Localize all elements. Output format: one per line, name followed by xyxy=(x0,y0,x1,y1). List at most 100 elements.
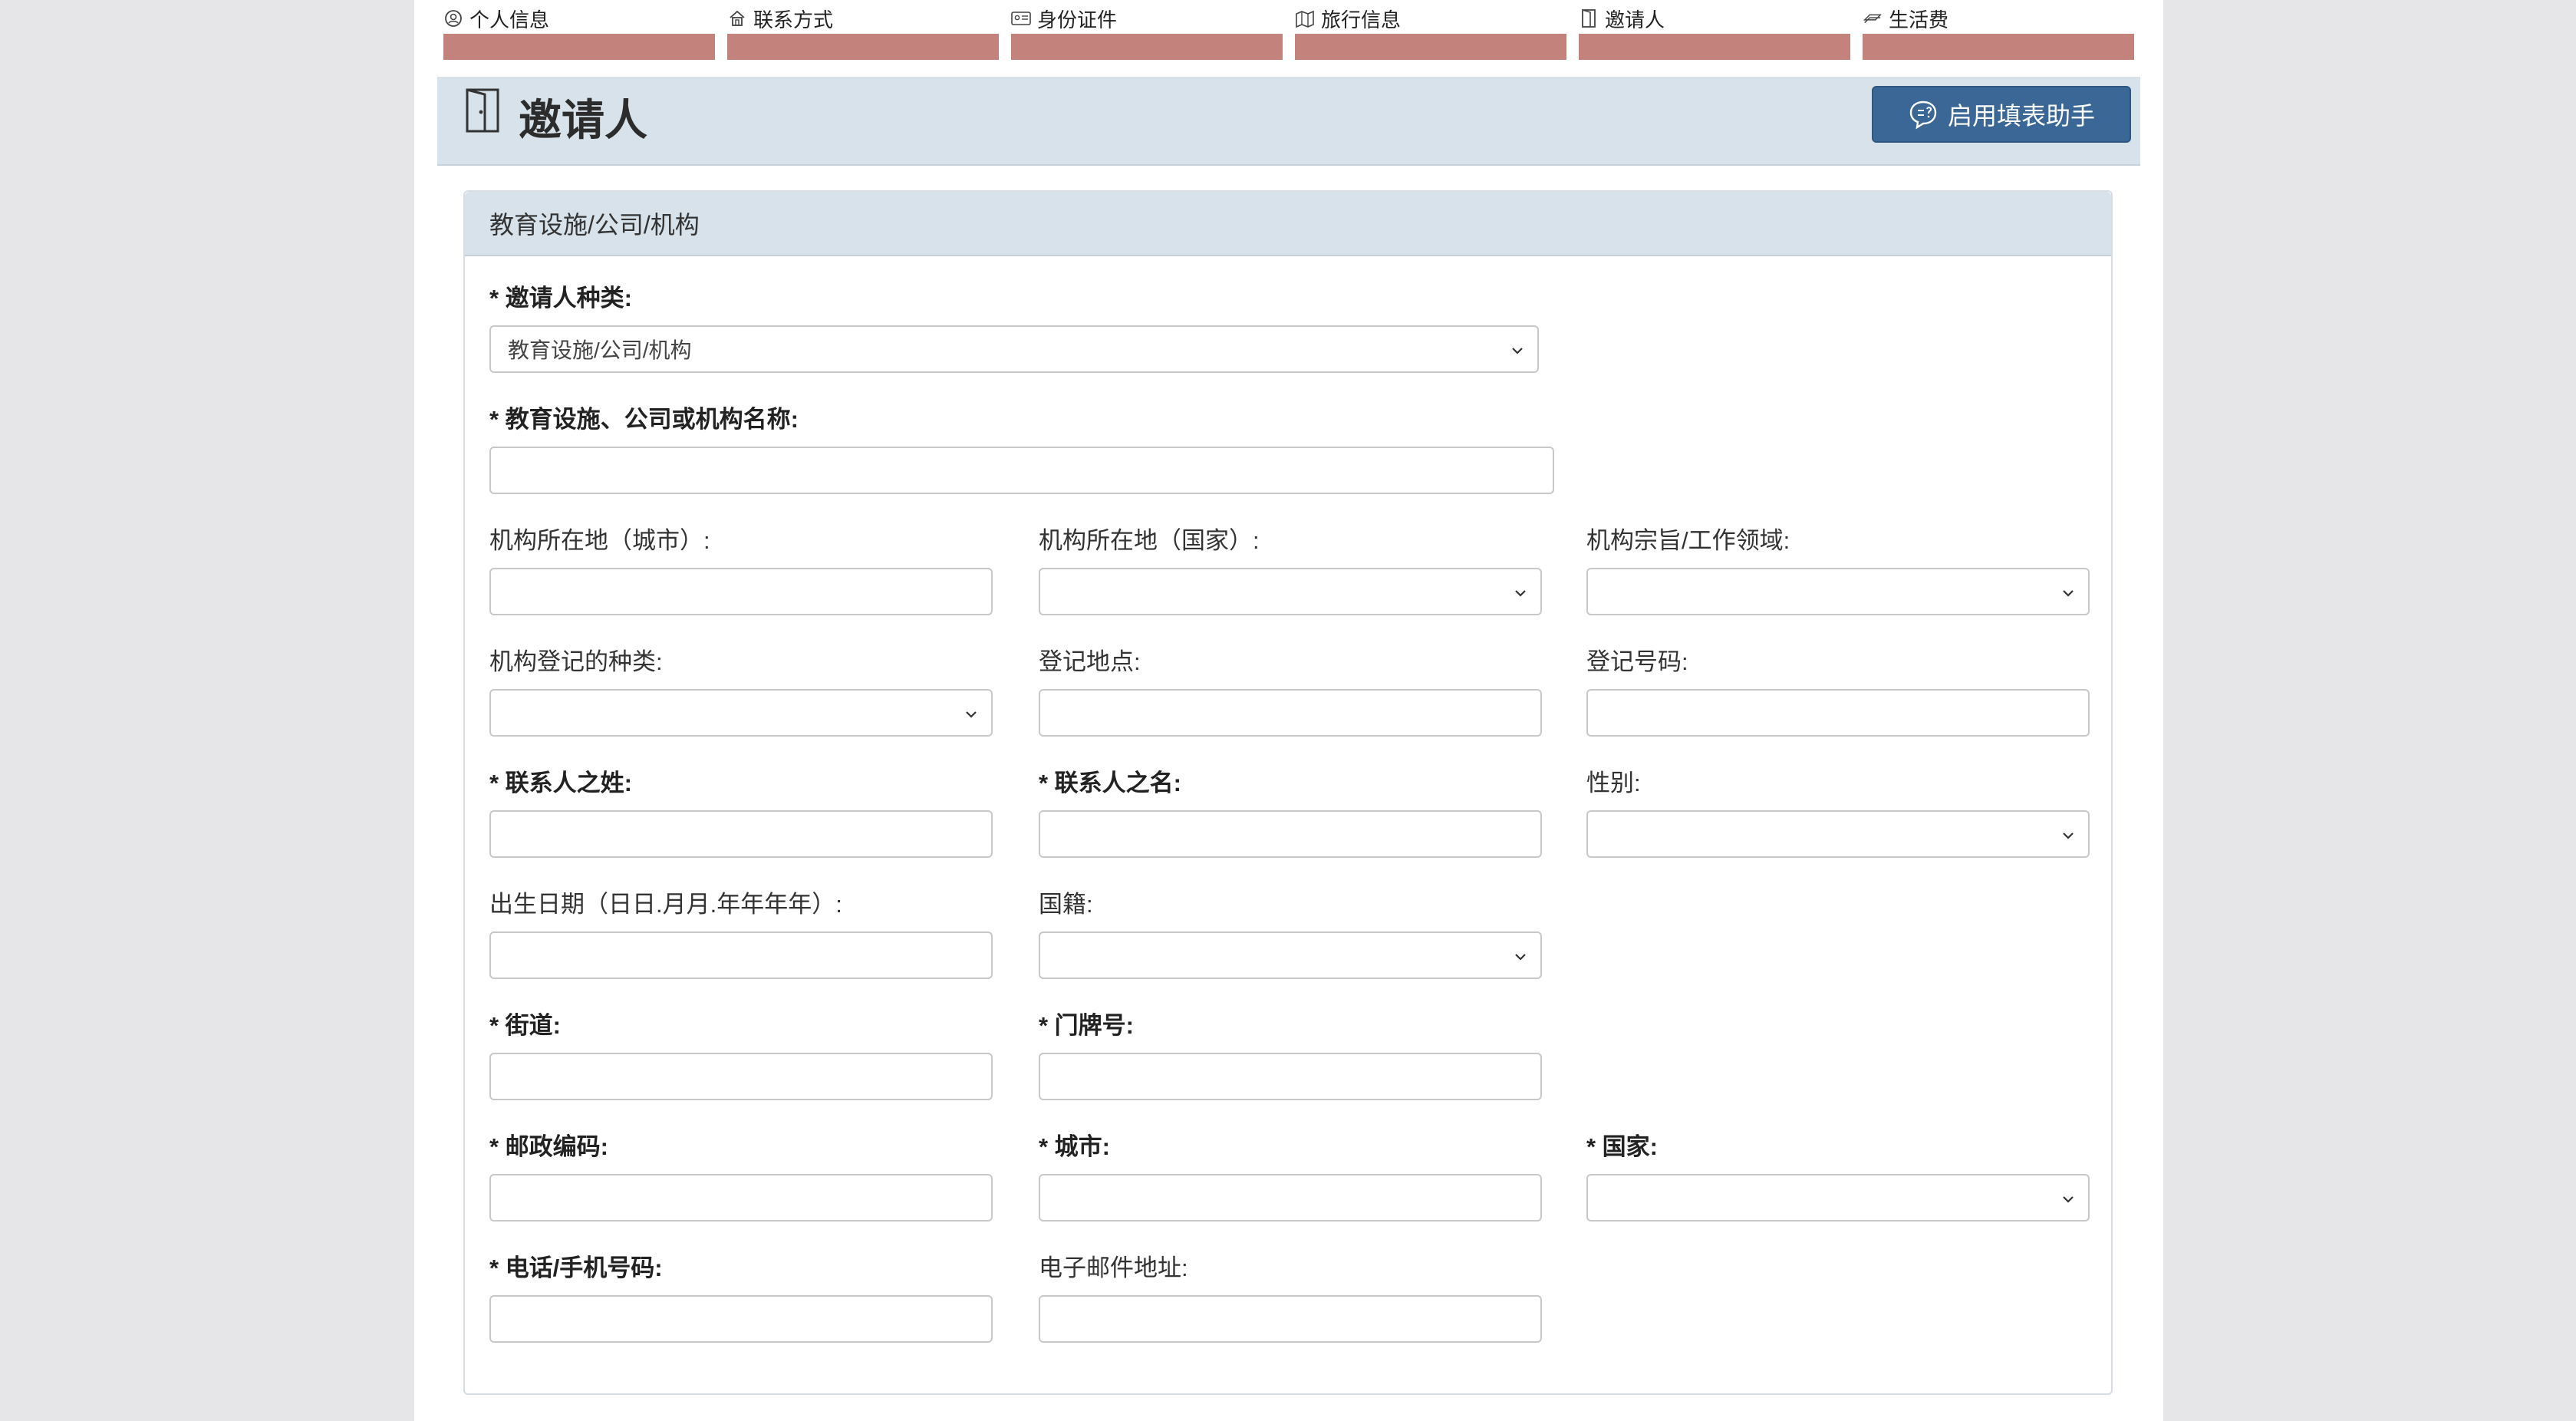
org-city-field: 机构所在地（城市）: xyxy=(489,525,993,615)
chevron-down-icon xyxy=(962,704,980,723)
gender-select[interactable] xyxy=(1586,810,2090,858)
speech-bubble-icon xyxy=(1908,99,1939,130)
gender-field: 性别: xyxy=(1586,767,2090,858)
map-icon xyxy=(1295,8,1315,28)
field-label: 电子邮件地址: xyxy=(1039,1255,1188,1281)
phone-field: * 电话/手机号码: xyxy=(489,1252,993,1343)
page-title: 邀请人 xyxy=(519,96,647,144)
field-label: * 教育设施、公司或机构名称: xyxy=(489,406,799,433)
field-label: * 邮政编码: xyxy=(489,1133,608,1160)
chevron-down-icon xyxy=(2059,826,2077,844)
page-header: 邀请人 启用填表助手 xyxy=(437,77,2140,166)
step-personal-info[interactable]: 个人信息 xyxy=(443,5,715,60)
step-progress-bar xyxy=(727,34,999,60)
street-field: * 街道: xyxy=(489,1010,993,1100)
field-label: * 街道: xyxy=(489,1012,561,1039)
phone-input[interactable] xyxy=(489,1295,993,1343)
org-purpose-field: 机构宗旨/工作领域: xyxy=(1586,525,2090,615)
field-label: 机构宗旨/工作领域: xyxy=(1586,527,1790,554)
field-label: 性别: xyxy=(1586,770,1641,796)
field-label: * 电话/手机号码: xyxy=(489,1255,663,1281)
field-label: 机构所在地（城市）: xyxy=(489,527,710,554)
country-select[interactable] xyxy=(1586,1174,2090,1222)
org-country-field: 机构所在地（国家）: xyxy=(1039,525,1542,615)
enable-form-assistant-button[interactable]: 启用填表助手 xyxy=(1872,86,2131,143)
reg-number-field: 登记号码: xyxy=(1586,646,2090,737)
person-circle-icon xyxy=(443,8,463,28)
field-label: 登记号码: xyxy=(1586,648,1688,675)
step-progress-bar xyxy=(1863,34,2134,60)
reg-place-field: 登记地点: xyxy=(1039,646,1542,737)
step-inviter[interactable]: 邀请人 xyxy=(1579,5,1850,60)
city-input[interactable] xyxy=(1039,1174,1542,1222)
contact-given-name-input[interactable] xyxy=(1039,810,1542,858)
org-name-input[interactable] xyxy=(489,447,1554,494)
inviter-panel: 教育设施/公司/机构 * 邀请人种类: 教育设施/公司/机构 * 教育设施、公司… xyxy=(463,190,2113,1395)
nationality-field: 国籍: xyxy=(1039,889,1542,979)
field-label: * 国家: xyxy=(1586,1133,1658,1160)
reg-type-field: 机构登记的种类: xyxy=(489,646,993,737)
postcode-field: * 邮政编码: xyxy=(489,1131,993,1222)
assist-button-label: 启用填表助手 xyxy=(1947,102,2095,130)
page: 个人信息 联系方式 身份证件 旅行信息 邀请人 生活费 邀请人 启用填表助手 教… xyxy=(414,0,2163,1421)
field-label: 机构登记的种类: xyxy=(489,648,663,675)
email-field: 电子邮件地址: xyxy=(1039,1252,1542,1343)
step-label: 联系方式 xyxy=(753,8,834,31)
street-input[interactable] xyxy=(489,1053,993,1100)
country-field: * 国家: xyxy=(1586,1131,2090,1222)
inviter-type-field: * 邀请人种类: 教育设施/公司/机构 xyxy=(489,282,1539,373)
org-purpose-select[interactable] xyxy=(1586,568,2090,615)
field-label: * 联系人之姓: xyxy=(489,770,632,796)
contact-given-name-field: * 联系人之名: xyxy=(1039,767,1542,858)
money-icon xyxy=(1863,8,1883,28)
org-country-select[interactable] xyxy=(1039,568,1542,615)
chevron-down-icon xyxy=(1511,947,1530,965)
postcode-input[interactable] xyxy=(489,1174,993,1222)
step-label: 生活费 xyxy=(1889,8,1949,31)
reg-number-input[interactable] xyxy=(1586,689,2090,737)
contact-surname-field: * 联系人之姓: xyxy=(489,767,993,858)
field-label: 国籍: xyxy=(1039,891,1093,918)
step-progress-bar xyxy=(1295,34,1566,60)
step-living-expenses[interactable]: 生活费 xyxy=(1863,5,2134,60)
inviter-type-select[interactable]: 教育设施/公司/机构 xyxy=(489,325,1539,373)
chevron-down-icon xyxy=(1511,583,1530,602)
step-label: 个人信息 xyxy=(469,8,550,31)
door-icon xyxy=(465,87,500,134)
reg-type-select[interactable] xyxy=(489,689,993,737)
chevron-down-icon xyxy=(2059,583,2077,602)
reg-place-input[interactable] xyxy=(1039,689,1542,737)
step-identity-document[interactable]: 身份证件 xyxy=(1011,5,1283,60)
house-number-input[interactable] xyxy=(1039,1053,1542,1100)
birthdate-field: 出生日期（日日.月月.年年年年）: xyxy=(489,889,993,979)
id-card-icon xyxy=(1011,8,1031,28)
step-contact[interactable]: 联系方式 xyxy=(727,5,999,60)
house-icon xyxy=(727,8,747,28)
step-label: 旅行信息 xyxy=(1321,8,1402,31)
birthdate-input[interactable] xyxy=(489,931,993,979)
chevron-down-icon xyxy=(2059,1189,2077,1208)
step-progress-bar xyxy=(1579,34,1850,60)
field-label: * 门牌号: xyxy=(1039,1012,1134,1039)
org-name-field: * 教育设施、公司或机构名称: xyxy=(489,404,1554,494)
field-label: 出生日期（日日.月月.年年年年）: xyxy=(489,891,842,918)
step-label: 身份证件 xyxy=(1037,8,1118,31)
city-field: * 城市: xyxy=(1039,1131,1542,1222)
field-label: * 城市: xyxy=(1039,1133,1110,1160)
field-label: 机构所在地（国家）: xyxy=(1039,527,1260,554)
email-input[interactable] xyxy=(1039,1295,1542,1343)
panel-title: 教育设施/公司/机构 xyxy=(465,192,2111,256)
field-label: 登记地点: xyxy=(1039,648,1141,675)
nationality-select[interactable] xyxy=(1039,931,1542,979)
contact-surname-input[interactable] xyxy=(489,810,993,858)
field-label: * 邀请人种类: xyxy=(489,285,632,312)
org-city-input[interactable] xyxy=(489,568,993,615)
chevron-down-icon xyxy=(1508,341,1527,359)
select-value: 教育设施/公司/机构 xyxy=(508,338,692,362)
field-label: * 联系人之名: xyxy=(1039,770,1181,796)
step-label: 邀请人 xyxy=(1605,8,1665,31)
step-progress-bar xyxy=(443,34,715,60)
house-number-field: * 门牌号: xyxy=(1039,1010,1542,1100)
step-progress-bar xyxy=(1011,34,1283,60)
step-travel-info[interactable]: 旅行信息 xyxy=(1295,5,1566,60)
